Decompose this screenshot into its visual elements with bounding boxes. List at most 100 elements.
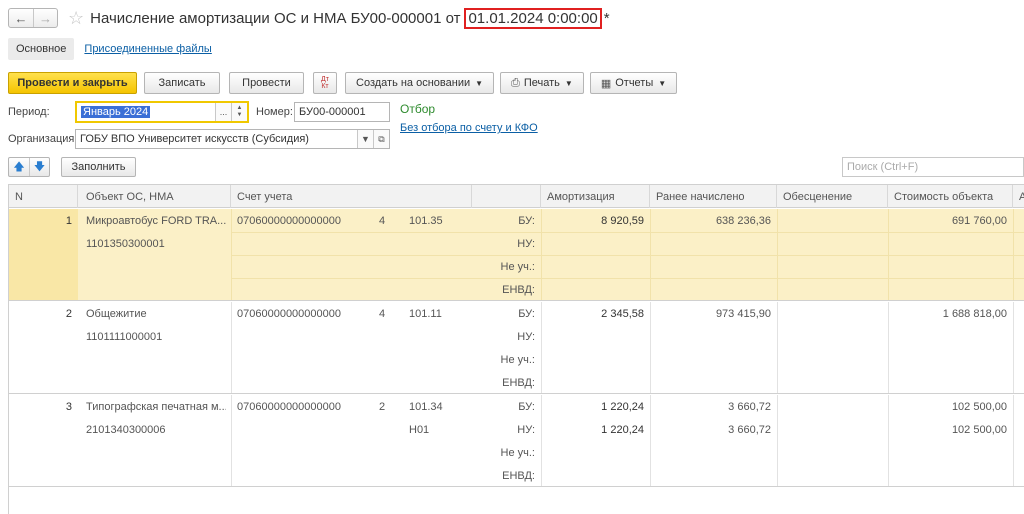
accounting-label: Не уч.:	[500, 353, 535, 366]
print-label: Печать	[523, 77, 560, 89]
reports-label: Отчеты	[615, 77, 654, 89]
col-a[interactable]: А	[1013, 185, 1024, 208]
amortization-value: 1 220,24	[601, 400, 644, 413]
table-row[interactable]: 1 Микроавтобус FORD TRA... 1101350300001…	[9, 209, 1024, 301]
post-and-close-button[interactable]: Провести и закрыть	[8, 72, 137, 94]
accounting-label: БУ:	[518, 214, 535, 227]
object-name: Типографская печатная м...	[86, 400, 226, 413]
move-buttons: 🡅 🡇	[8, 157, 50, 177]
open-icon[interactable]: ⧉	[373, 130, 389, 148]
col-divider	[1013, 209, 1014, 300]
col-object[interactable]: Объект ОС, НМА	[78, 185, 231, 208]
col-divider	[777, 302, 778, 393]
number-field[interactable]: БУ00-000001	[294, 102, 390, 122]
dtkt-report-button[interactable]: Дт Кт	[313, 72, 337, 94]
col-amortization[interactable]: Амортизация	[541, 185, 650, 208]
accounting-label: Не уч.:	[500, 446, 535, 459]
tab-attached-files[interactable]: Присоединенные файлы	[84, 43, 211, 55]
spin-icon[interactable]: ▲ ▼	[231, 103, 247, 121]
organization-field-buttons: ▼ ⧉	[357, 130, 389, 148]
number-label: Номер:	[256, 106, 293, 118]
subaccount: 101.35	[409, 214, 443, 227]
filter-link[interactable]: Без отбора по счету и КФО	[400, 122, 538, 134]
col-account[interactable]: Счет учета	[231, 185, 472, 208]
accounting-label: НУ:	[517, 237, 535, 250]
row-divider	[231, 232, 1024, 233]
object-cost-value: 102 500,00	[951, 400, 1007, 413]
nav-buttons: ← →	[8, 8, 58, 28]
earlier-accrued-value: 3 660,72	[728, 400, 771, 413]
filter-title: Отбор	[400, 102, 436, 116]
subaccount-tax: Н01	[409, 423, 430, 436]
modified-marker: *	[603, 9, 610, 27]
accounting-label: БУ:	[518, 400, 535, 413]
print-button[interactable]: ⎙ Печать ▼	[500, 72, 584, 94]
object-cost-value: 1 688 818,00	[942, 307, 1007, 320]
col-blank	[472, 185, 541, 208]
accounting-label: НУ:	[517, 330, 535, 343]
reports-button[interactable]: ▦ Отчеты ▼	[589, 72, 678, 94]
object-cost-value-tax: 102 500,00	[951, 423, 1007, 436]
create-based-on-button[interactable]: Создать на основании ▼	[345, 72, 495, 94]
search-input[interactable]: Поиск (Ctrl+F)	[842, 157, 1024, 177]
forward-icon[interactable]: →	[33, 9, 57, 27]
object-name: Общежитие	[86, 307, 147, 320]
organization-label: Организация:	[8, 133, 78, 145]
chevron-down-icon: ▼	[475, 78, 484, 88]
subaccount: 101.34	[409, 400, 443, 413]
account-code: 07060000000000000	[237, 400, 342, 413]
accounting-label: Не уч.:	[500, 260, 535, 273]
kfo: 4	[379, 214, 386, 227]
title-bar: ← → ☆ Начисление амортизации ОС и НМА БУ…	[8, 7, 610, 29]
tab-main[interactable]: Основное	[8, 38, 75, 60]
period-field[interactable]: Январь 2024 ... ▲ ▼	[75, 101, 249, 123]
dtkt-icon: Дт Кт	[321, 76, 329, 90]
col-divider	[777, 395, 778, 486]
favorite-star-icon[interactable]: ☆	[68, 9, 84, 27]
accounting-label: НУ:	[517, 423, 535, 436]
row-number: 1	[65, 214, 72, 227]
table-row[interactable]: 2 Общежитие 1101111000001 07060000000000…	[9, 302, 1024, 394]
chevron-down-icon: ▼	[564, 78, 573, 88]
col-object-cost[interactable]: Стоимость объекта	[888, 185, 1013, 208]
earlier-accrued-value-tax: 3 660,72	[728, 423, 771, 436]
organization-field[interactable]: ГОБУ ВПО Университет искусств (Субсидия)…	[75, 129, 390, 149]
command-bar: Провести и закрыть Записать Провести Дт К…	[8, 72, 678, 94]
earlier-accrued-value: 973 415,90	[715, 307, 771, 320]
organization-value: ГОБУ ВПО Университет искусств (Субсидия)	[80, 133, 309, 145]
assets-table: N Объект ОС, НМА Счет учета Амортизация …	[8, 184, 1024, 514]
object-cost-value: 691 760,00	[951, 214, 1007, 227]
col-impairment[interactable]: Обесценение	[777, 185, 888, 208]
col-divider	[1013, 395, 1014, 486]
accounting-label: ЕНВД:	[502, 469, 535, 482]
back-icon[interactable]: ←	[9, 9, 33, 27]
row-divider	[231, 255, 1024, 256]
period-label: Период:	[8, 106, 50, 118]
table-header: N Объект ОС, НМА Счет учета Амортизация …	[9, 184, 1024, 208]
post-button[interactable]: Провести	[229, 72, 304, 94]
earlier-accrued-value: 638 236,36	[715, 214, 771, 227]
row-divider	[231, 278, 1024, 279]
save-button[interactable]: Записать	[144, 72, 220, 94]
number-value: БУ00-000001	[299, 106, 366, 118]
col-n[interactable]: N	[9, 185, 78, 208]
kfo: 4	[379, 307, 386, 320]
page-title: Начисление амортизации ОС и НМА БУ00-000…	[90, 7, 610, 29]
object-code: 2101340300006	[86, 423, 166, 436]
period-field-buttons: ... ▲ ▼	[215, 103, 247, 121]
move-up-icon[interactable]: 🡅	[9, 158, 29, 176]
col-earlier-accrued[interactable]: Ранее начислено	[650, 185, 777, 208]
move-down-icon[interactable]: 🡇	[29, 158, 49, 176]
kfo: 2	[379, 400, 386, 413]
col-divider	[777, 209, 778, 300]
fill-button[interactable]: Заполнить	[61, 157, 136, 177]
object-code: 1101111000001	[86, 330, 163, 343]
col-divider	[1013, 302, 1014, 393]
period-value: Январь 2024	[81, 106, 151, 118]
row-number: 2	[65, 307, 72, 320]
table-row[interactable]: 3 Типографская печатная м... 21013403000…	[9, 395, 1024, 487]
report-icon: ▦	[600, 77, 612, 90]
select-ellipsis-icon[interactable]: ...	[215, 103, 231, 121]
dropdown-icon[interactable]: ▼	[357, 130, 373, 148]
object-code: 1101350300001	[86, 237, 165, 250]
